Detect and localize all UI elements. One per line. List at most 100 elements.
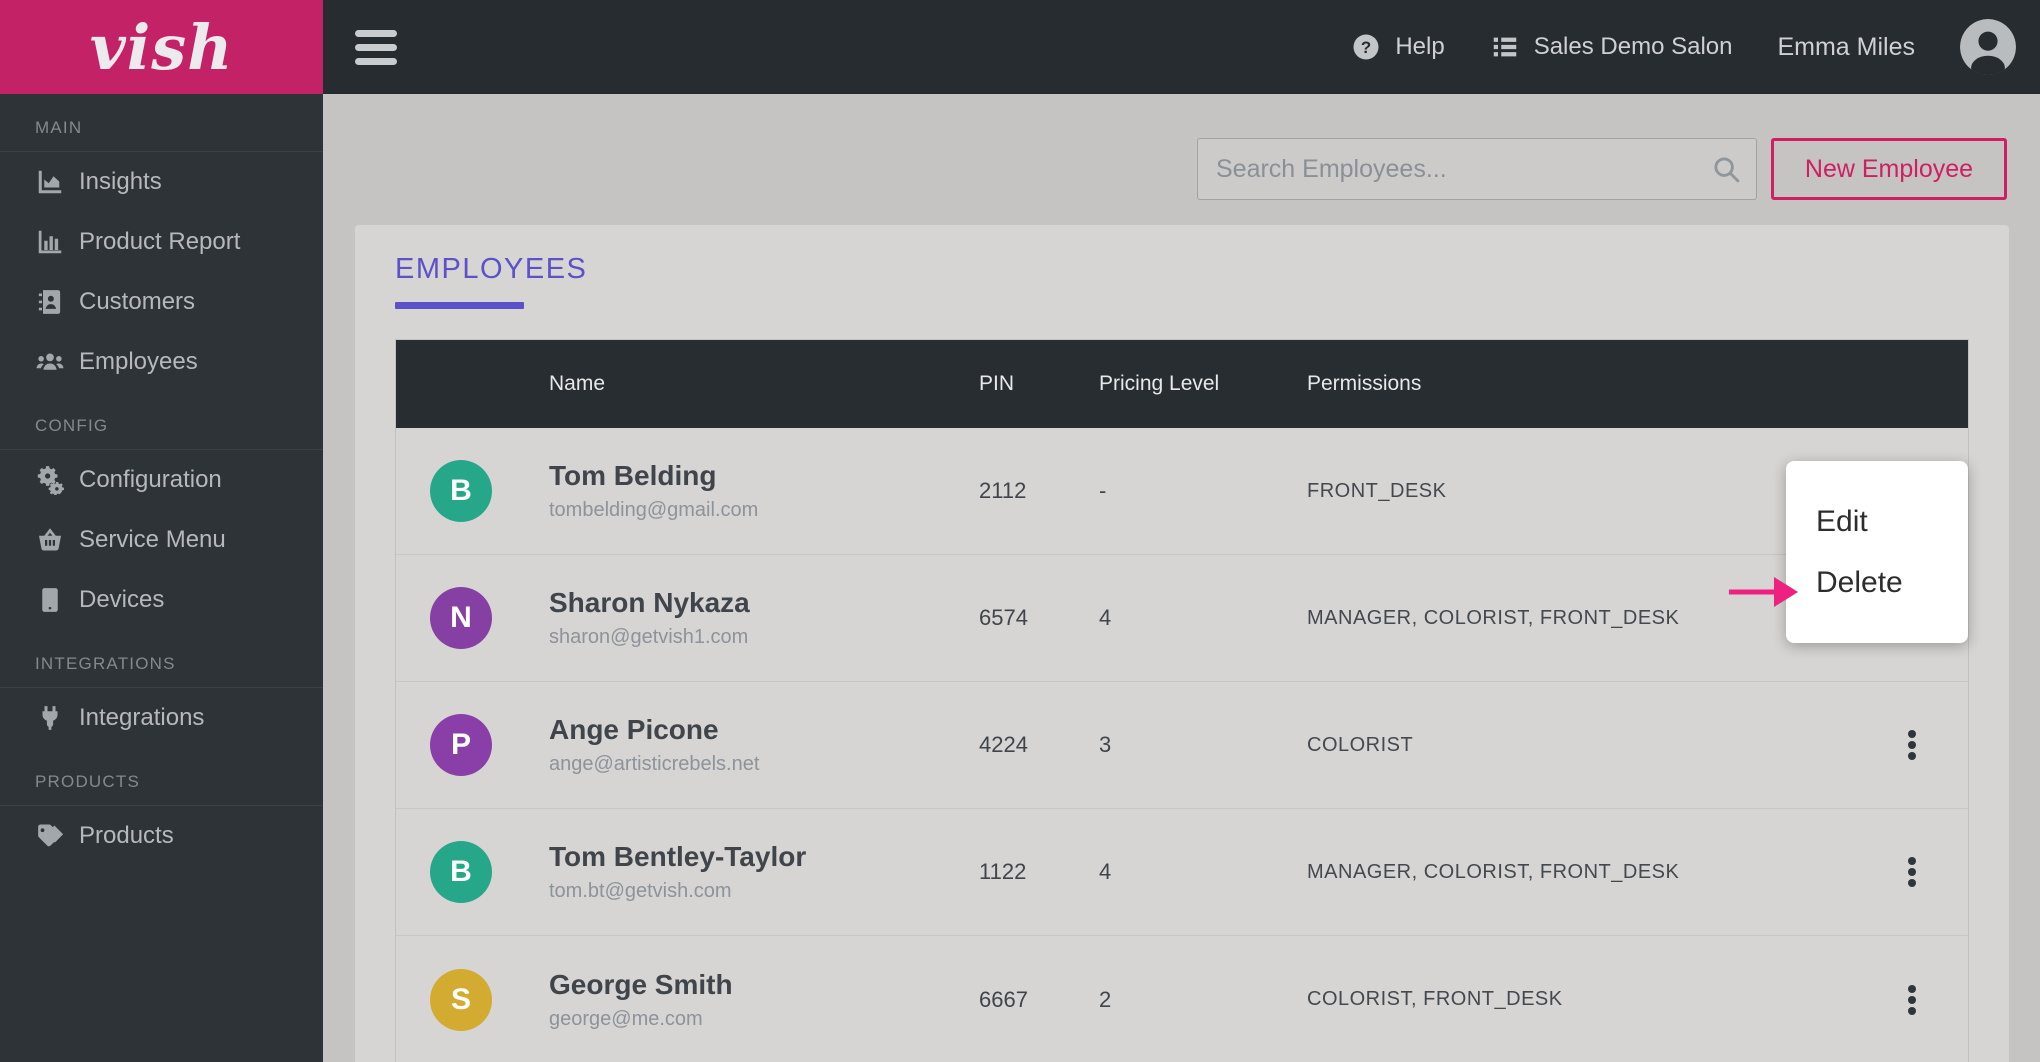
- toolbar: New Employee: [323, 138, 2040, 200]
- avatar: B: [430, 460, 492, 522]
- employee-pin: 6667: [979, 987, 1099, 1013]
- employee-pin: 1122: [979, 859, 1099, 885]
- help-button[interactable]: ? Help: [1351, 32, 1444, 62]
- kebab-menu-icon[interactable]: [1892, 721, 1932, 769]
- sidebar-item-integrations[interactable]: Integrations: [0, 688, 323, 748]
- nav-section-header: PRODUCTS: [0, 772, 323, 806]
- kebab-menu-icon[interactable]: [1892, 848, 1932, 896]
- avatar: S: [430, 969, 492, 1031]
- salon-name: Sales Demo Salon: [1534, 33, 1733, 61]
- help-label: Help: [1395, 33, 1444, 61]
- avatar-initial: B: [450, 855, 472, 889]
- table-header: Name PIN Pricing Level Permissions: [396, 340, 1968, 428]
- avatar-initial: S: [451, 983, 471, 1017]
- col-header-permissions: Permissions: [1307, 372, 1872, 396]
- employee-email: tombelding@gmail.com: [549, 499, 979, 522]
- users-icon: [33, 347, 67, 377]
- sidebar-nav: MAIN Insights Product Report Customers E…: [0, 94, 323, 866]
- svg-text:?: ?: [1361, 38, 1371, 57]
- col-header-pin: PIN: [979, 372, 1099, 396]
- nav-section: CONFIG Configuration Service Menu Device…: [0, 416, 323, 630]
- sidebar-item-insights[interactable]: Insights: [0, 152, 323, 212]
- bar-chart-icon: [33, 227, 67, 257]
- table-body: B Tom Belding tombelding@gmail.com 2112 …: [396, 428, 1968, 1062]
- sidebar: vish MAIN Insights Product Report Custom…: [0, 0, 323, 1062]
- employee-pricing-level: -: [1099, 478, 1307, 504]
- employee-email: ange@artisticrebels.net: [549, 753, 979, 776]
- nav-section-header: CONFIG: [0, 416, 323, 450]
- employee-email: tom.bt@getvish.com: [549, 880, 979, 903]
- context-menu-item-delete[interactable]: Delete: [1786, 552, 1968, 613]
- list-icon: [1490, 32, 1520, 62]
- user-avatar-icon[interactable]: [1960, 19, 2016, 75]
- sidebar-item-employees[interactable]: Employees: [0, 332, 323, 392]
- avatar: N: [430, 587, 492, 649]
- plug-icon: [33, 703, 67, 733]
- employee-pin: 2112: [979, 478, 1099, 504]
- avatar: B: [430, 841, 492, 903]
- sidebar-item-label: Insights: [79, 168, 162, 196]
- avatar-initial: P: [451, 728, 471, 762]
- sidebar-item-label: Service Menu: [79, 526, 226, 554]
- tablet-icon: [33, 585, 67, 615]
- nav-section-header: INTEGRATIONS: [0, 654, 323, 688]
- table-row: P Ange Picone ange@artisticrebels.net 42…: [396, 682, 1968, 809]
- nav-section: MAIN Insights Product Report Customers E…: [0, 118, 323, 392]
- new-employee-button[interactable]: New Employee: [1771, 138, 2007, 200]
- employee-pin: 4224: [979, 732, 1099, 758]
- context-menu-item-edit[interactable]: Edit: [1786, 491, 1968, 552]
- avatar: P: [430, 714, 492, 776]
- avatar-initial: B: [450, 474, 472, 508]
- table-row: B Tom Belding tombelding@gmail.com 2112 …: [396, 428, 1968, 555]
- vish-logo[interactable]: vish: [0, 0, 323, 94]
- sidebar-item-label: Devices: [79, 586, 164, 614]
- topbar: ? Help Sales Demo Salon Emma Miles: [323, 0, 2040, 94]
- nav-section-items: Integrations: [0, 688, 323, 748]
- employee-pin: 6574: [979, 605, 1099, 631]
- sidebar-item-customers[interactable]: Customers: [0, 272, 323, 332]
- tab-active-indicator: [395, 302, 524, 309]
- user-name[interactable]: Emma Miles: [1777, 33, 1915, 62]
- employee-name: Sharon Nykaza: [549, 587, 979, 619]
- sidebar-item-service-menu[interactable]: Service Menu: [0, 510, 323, 570]
- sidebar-item-products[interactable]: Products: [0, 806, 323, 866]
- tag-icon: [33, 821, 67, 851]
- tab-label: EMPLOYEES: [395, 253, 587, 286]
- hamburger-menu-icon[interactable]: [355, 30, 397, 65]
- sidebar-item-label: Customers: [79, 288, 195, 316]
- sidebar-item-devices[interactable]: Devices: [0, 570, 323, 630]
- help-circle-icon: ?: [1351, 32, 1381, 62]
- sidebar-item-label: Configuration: [79, 466, 222, 494]
- sidebar-item-product-report[interactable]: Product Report: [0, 212, 323, 272]
- main-column: ? Help Sales Demo Salon Emma Miles: [323, 0, 2040, 1062]
- topbar-right: ? Help Sales Demo Salon Emma Miles: [1351, 19, 2016, 75]
- col-header-pricing-level: Pricing Level: [1099, 372, 1307, 396]
- kebab-menu-icon[interactable]: [1892, 976, 1932, 1024]
- employee-name: Tom Bentley-Taylor: [549, 841, 979, 873]
- address-book-icon: [33, 287, 67, 317]
- search-icon[interactable]: [1711, 154, 1741, 184]
- employee-pricing-level: 2: [1099, 987, 1307, 1013]
- employee-pricing-level: 3: [1099, 732, 1307, 758]
- employee-permissions: COLORIST: [1307, 734, 1872, 757]
- employees-table: Name PIN Pricing Level Permissions B Tom…: [395, 339, 1969, 1062]
- nav-section-header: MAIN: [0, 118, 323, 152]
- employee-name: Ange Picone: [549, 714, 979, 746]
- employee-name: Tom Belding: [549, 460, 979, 492]
- employee-pricing-level: 4: [1099, 605, 1307, 631]
- nav-section-items: Insights Product Report Customers Employ…: [0, 152, 323, 392]
- nav-section-items: Products: [0, 806, 323, 866]
- employee-name: George Smith: [549, 969, 979, 1001]
- salon-selector[interactable]: Sales Demo Salon: [1490, 32, 1733, 62]
- nav-section: INTEGRATIONS Integrations: [0, 654, 323, 748]
- tab-employees[interactable]: EMPLOYEES: [395, 253, 587, 309]
- sidebar-item-configuration[interactable]: Configuration: [0, 450, 323, 510]
- table-row: B Tom Bentley-Taylor tom.bt@getvish.com …: [396, 809, 1968, 936]
- search-box: [1197, 138, 1757, 200]
- employee-permissions: MANAGER, COLORIST, FRONT_DESK: [1307, 861, 1872, 884]
- table-row: N Sharon Nykaza sharon@getvish1.com 6574…: [396, 555, 1968, 682]
- basket-icon: [33, 525, 67, 555]
- nav-section-items: Configuration Service Menu Devices: [0, 450, 323, 630]
- search-input[interactable]: [1197, 138, 1757, 200]
- nav-section: PRODUCTS Products: [0, 772, 323, 866]
